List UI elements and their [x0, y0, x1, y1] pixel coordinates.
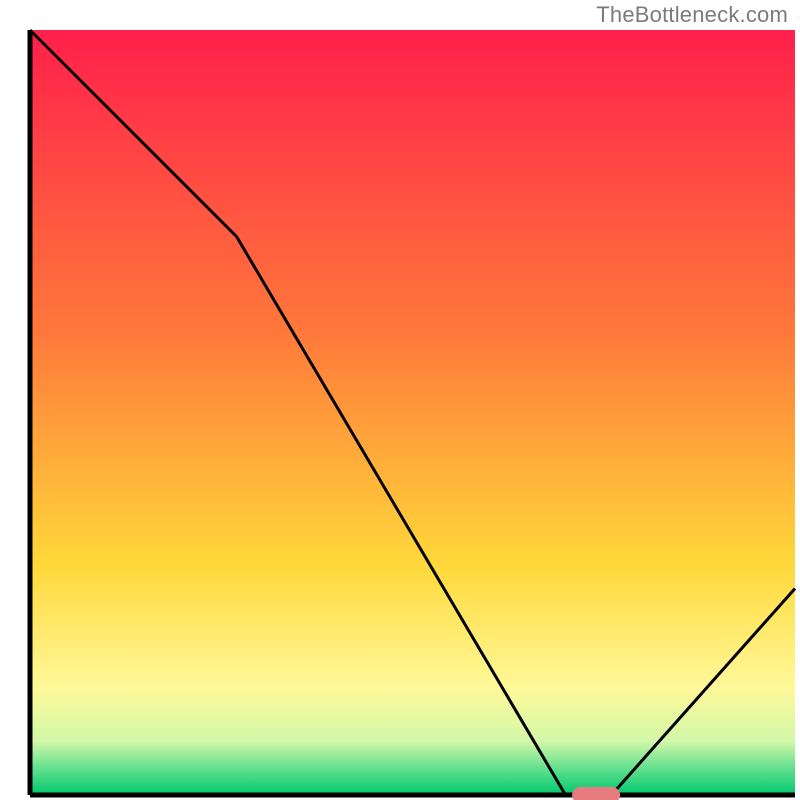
bottleneck-chart	[0, 0, 800, 800]
optimal-marker	[572, 787, 620, 800]
